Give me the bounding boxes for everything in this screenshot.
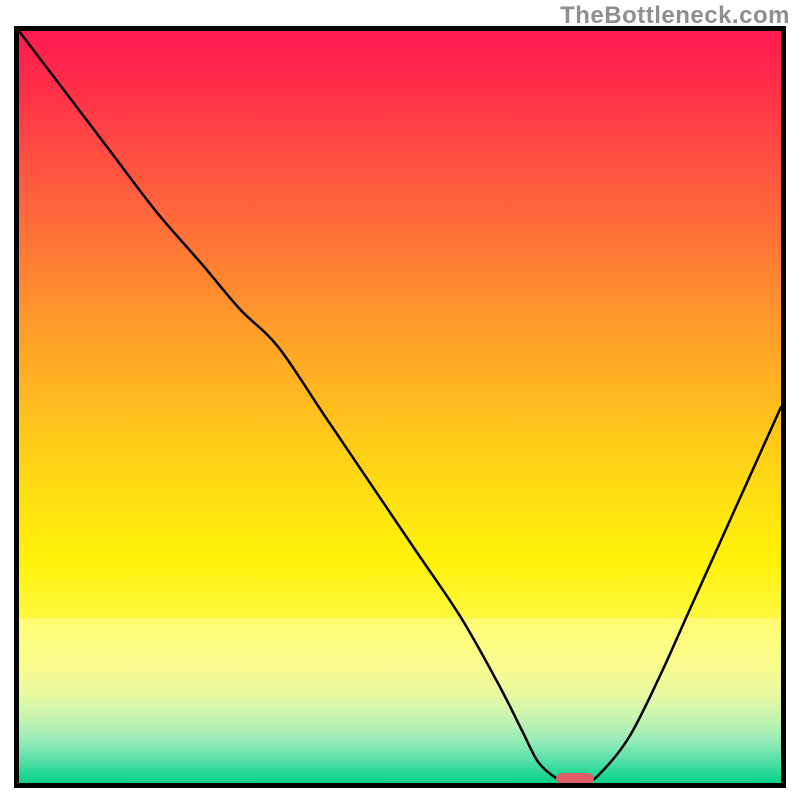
chart-container: TheBottleneck.com [0, 0, 800, 800]
plot-area [14, 26, 786, 788]
optimal-marker [556, 773, 594, 785]
bottleneck-curve [19, 31, 781, 783]
